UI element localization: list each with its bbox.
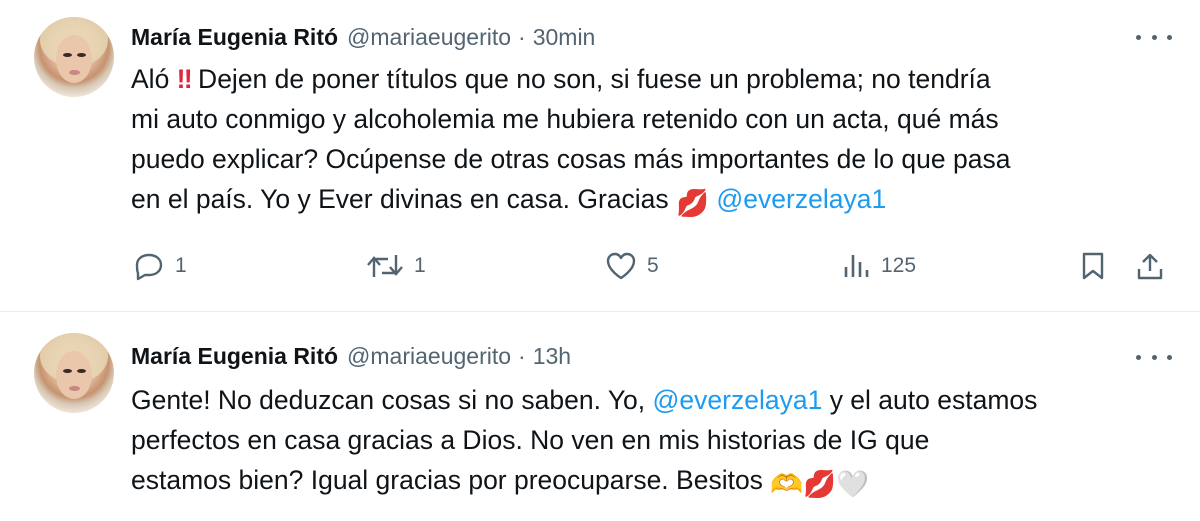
reply-icon: [135, 253, 163, 281]
reply-button[interactable]: 1: [133, 244, 187, 288]
tweet-text-line: mi auto conmigo y alcoholemia me hubiera…: [131, 104, 999, 134]
reply-count: 1: [175, 254, 187, 277]
heart-hands-emoji: 🫶: [770, 469, 804, 499]
tweet-text-line: puedo explicar? Ocúpense de otras cosas …: [131, 144, 1011, 174]
views-icon: [844, 255, 869, 277]
share-button[interactable]: [1136, 244, 1164, 288]
kiss-mark-emoji: 💋: [803, 469, 837, 499]
action-bar: 1 1 5 125: [0, 244, 1200, 288]
like-button[interactable]: 5: [605, 244, 659, 288]
retweet-button[interactable]: 1: [366, 244, 426, 288]
tweet-text-line: Aló ‼ Dejen de poner títulos que no son,…: [131, 64, 991, 94]
tweet-text: Gente! No deduzcan cosas si no saben. Yo…: [131, 380, 1171, 504]
white-heart-emoji: 🤍: [836, 469, 870, 499]
avatar[interactable]: [34, 17, 114, 97]
author-name[interactable]: María Eugenia Ritó: [131, 24, 338, 51]
tweet-text-line: estamos bien? Igual gracias por preocupa…: [131, 460, 1171, 504]
bookmark-icon: [1082, 252, 1104, 280]
share-icon: [1137, 253, 1163, 280]
mention-link[interactable]: @everzelaya1: [716, 184, 886, 214]
author-handle[interactable]: @mariaeugerito: [347, 343, 511, 370]
like-count: 5: [647, 254, 659, 277]
more-options-button[interactable]: [1136, 26, 1172, 48]
tweet-text-line: perfectos en casa gracias a Dios. No ven…: [131, 425, 930, 455]
avatar[interactable]: [34, 333, 114, 413]
more-options-button[interactable]: [1136, 346, 1172, 368]
separator: ·: [518, 342, 526, 369]
retweet-count: 1: [414, 254, 426, 277]
retweet-icon: [367, 255, 403, 277]
tweet-header: María Eugenia Ritó @mariaeugerito · 30mi…: [131, 20, 595, 54]
heart-icon: [606, 252, 636, 280]
author-handle[interactable]: @mariaeugerito: [347, 24, 511, 51]
mention-link[interactable]: @everzelaya1: [653, 385, 823, 415]
separator: ·: [518, 23, 526, 50]
timestamp[interactable]: 30min: [533, 24, 596, 51]
tweet[interactable]: María Eugenia Ritó @mariaeugerito · 30mi…: [0, 0, 1200, 312]
tweet-text-line: Gente! No deduzcan cosas si no saben. Yo…: [131, 385, 1038, 415]
tweet-text-line: en el país. Yo y Ever divinas en casa. G…: [131, 179, 1171, 223]
kiss-mark-emoji: 💋: [676, 188, 710, 218]
more-icon: [1136, 354, 1141, 360]
double-exclamation-emoji: ‼: [176, 64, 193, 94]
tweet-text: Aló ‼ Dejen de poner títulos que no son,…: [131, 59, 1171, 223]
tweet-header: María Eugenia Ritó @mariaeugerito · 13h: [131, 339, 571, 373]
more-icon: [1136, 34, 1141, 40]
views-count: 125: [881, 254, 917, 277]
author-name[interactable]: María Eugenia Ritó: [131, 343, 338, 370]
bookmark-button[interactable]: [1080, 244, 1106, 288]
timestamp[interactable]: 13h: [533, 343, 571, 370]
tweet[interactable]: María Eugenia Ritó @mariaeugerito · 13h …: [0, 313, 1200, 521]
views-button[interactable]: 125: [843, 244, 916, 288]
